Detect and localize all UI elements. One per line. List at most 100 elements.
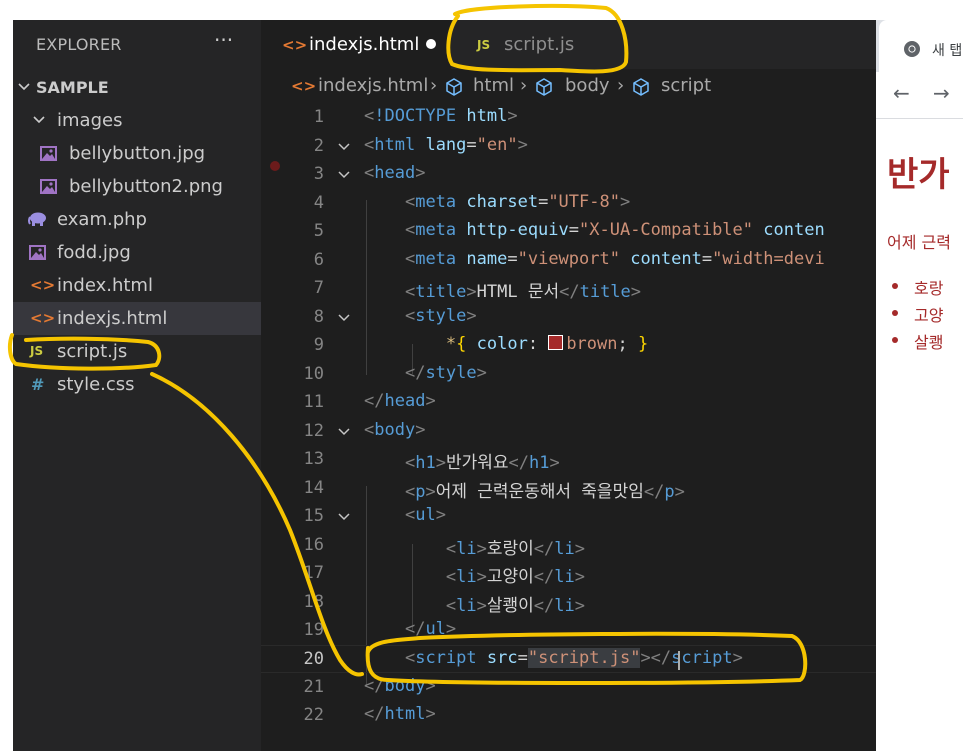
unsaved-dot-icon[interactable]: [426, 39, 436, 49]
attr-token: conten: [763, 220, 825, 240]
tree-item-script-js[interactable]: JS script.js: [13, 335, 261, 368]
line-text: <!DOCTYPE html>: [364, 106, 518, 126]
tag-token: p: [415, 482, 426, 502]
code-line: 9 *{ color: brown; }: [261, 332, 876, 360]
text-cursor: [678, 651, 680, 670]
tree-item-bellybutton-jpg[interactable]: bellybutton.jpg: [13, 137, 261, 170]
more-actions-icon[interactable]: ···: [214, 28, 233, 52]
code-line: 21 </body>: [261, 674, 876, 702]
code-line-current: 20 <script src="script.js"></script>: [261, 645, 876, 673]
code-line: 13 <h1>반가워요</h1>: [261, 446, 876, 474]
line-text: <script src="script.js"></script>: [404, 648, 743, 668]
line-text: <h1>반가워요</h1>: [404, 453, 560, 473]
folder-sample[interactable]: SAMPLE: [13, 71, 261, 104]
code-line: 3 <head>: [261, 161, 876, 189]
breadcrumb-item-html[interactable]: html: [473, 75, 514, 96]
tree-item-label: bellybutton2.png: [69, 176, 223, 197]
css-file-icon: #: [31, 375, 45, 394]
code-line: 15 <ul>: [261, 503, 876, 531]
code-line: 22 </html>: [261, 702, 876, 730]
line-number: 2: [313, 136, 324, 156]
line-number: 9: [313, 335, 324, 355]
back-arrow-icon[interactable]: ←: [893, 81, 910, 105]
editor-tab-bar: <> indexjs.html JS script.js: [261, 20, 876, 69]
element-cube-icon: [632, 78, 650, 101]
tag-token: ul: [425, 619, 446, 639]
line-text: <meta name="viewport" content="width=dev…: [404, 249, 825, 269]
tree-item-images[interactable]: images: [13, 104, 261, 137]
tree-item-indexjs-html[interactable]: <> indexjs.html: [13, 302, 261, 335]
line-number: 14: [303, 478, 324, 498]
tag-token: style: [415, 306, 467, 326]
text-token: 반가워요: [445, 453, 509, 473]
tree-item-bellybutton2-png[interactable]: bellybutton2.png: [13, 170, 261, 203]
line-text: <li>고양이</li>: [445, 567, 586, 587]
string-token: "script.js": [527, 648, 641, 668]
string-token: "UTF-8": [548, 192, 620, 212]
line-number: 15: [303, 506, 324, 526]
line-text: <li>살쾡이</li>: [445, 596, 586, 616]
line-text: <meta http-equiv="X-UA-Compatible" conte…: [404, 220, 825, 240]
tag-token: li: [554, 596, 575, 616]
browser-tab[interactable]: 새 탭: [879, 20, 963, 72]
explorer-header: EXPLORER ···: [13, 20, 261, 68]
line-text: </ul>: [404, 619, 457, 639]
tab-script-js[interactable]: JS script.js: [451, 20, 631, 69]
tag-token: title: [579, 282, 631, 302]
tag-token: ul: [415, 505, 436, 525]
browser-tab-title: 새 탭: [932, 43, 963, 59]
line-number: 4: [313, 193, 324, 213]
code-line: 10 </style>: [261, 361, 876, 389]
explorer-title: EXPLORER: [36, 35, 122, 54]
list-item: 고양: [891, 302, 943, 326]
code-line: 11 </head>: [261, 389, 876, 417]
browser-page-content: 반가 어제 근력 호랑 고양 살쾡: [876, 119, 963, 751]
tree-item-style-css[interactable]: # style.css: [13, 368, 261, 401]
color-swatch-icon[interactable]: [548, 335, 564, 350]
tree-item-label: style.css: [57, 374, 135, 395]
js-file-icon: JS: [30, 344, 44, 358]
tag-token: meta: [415, 192, 457, 212]
list-item: 살쾡: [891, 329, 943, 353]
fold-chevron-icon[interactable]: [337, 509, 351, 529]
line-text: <ul>: [404, 505, 446, 525]
code-line: 12 <body>: [261, 418, 876, 446]
tag-token: h1: [528, 453, 550, 473]
fold-chevron-icon[interactable]: [337, 310, 351, 330]
fold-chevron-icon[interactable]: [337, 139, 351, 159]
breadcrumb-file[interactable]: indexjs.html: [318, 75, 428, 96]
html-file-icon: <>: [282, 35, 308, 54]
code-line: 7 <title>HTML 문서</title>: [261, 275, 876, 303]
html-file-icon: <>: [30, 309, 56, 327]
tag-token: meta: [415, 249, 457, 269]
browser-tab-strip: 새 탭: [876, 20, 963, 72]
browser-window: 새 탭 ← → 반가 어제 근력 호랑 고양 살쾡: [876, 20, 963, 751]
vscode-window: EXPLORER ··· SAMPLE images bellybutton.j…: [13, 20, 876, 751]
code-line: 4 <meta charset="UTF-8">: [261, 190, 876, 218]
line-text: </style>: [404, 363, 487, 383]
breadcrumb-item-body[interactable]: body: [565, 75, 610, 96]
attr-token: content: [630, 249, 702, 269]
line-number: 7: [313, 278, 324, 298]
css-property-token: color: [476, 334, 528, 354]
text-token: 살쾡이: [486, 596, 534, 616]
explorer-panel: EXPLORER ··· SAMPLE images bellybutton.j…: [13, 20, 261, 751]
tree-item-label: fodd.jpg: [57, 242, 131, 263]
attr-token: name: [466, 249, 508, 269]
folder-sample-label: SAMPLE: [36, 78, 109, 97]
tree-item-index-html[interactable]: <> index.html: [13, 269, 261, 302]
string-token: "en": [476, 135, 518, 155]
list-item: 호랑: [891, 275, 943, 299]
css-selector-token: *: [445, 334, 457, 354]
fold-chevron-icon[interactable]: [337, 167, 351, 187]
tab-indexjs-html[interactable]: <> indexjs.html: [261, 20, 451, 69]
tree-item-exam-php[interactable]: exam.php: [13, 203, 261, 236]
forward-arrow-icon[interactable]: →: [933, 81, 950, 105]
chevron-down-icon: [31, 112, 47, 128]
fold-chevron-icon[interactable]: [337, 424, 351, 444]
tree-item-fodd-jpg[interactable]: fodd.jpg: [13, 236, 261, 269]
breadcrumb-item-script[interactable]: script: [661, 75, 711, 96]
line-number: 17: [303, 563, 324, 583]
tree-item-label: indexjs.html: [57, 308, 168, 329]
code-editor[interactable]: 1 <!DOCTYPE html> 2 <html lang="en"> 3 <…: [261, 104, 876, 751]
